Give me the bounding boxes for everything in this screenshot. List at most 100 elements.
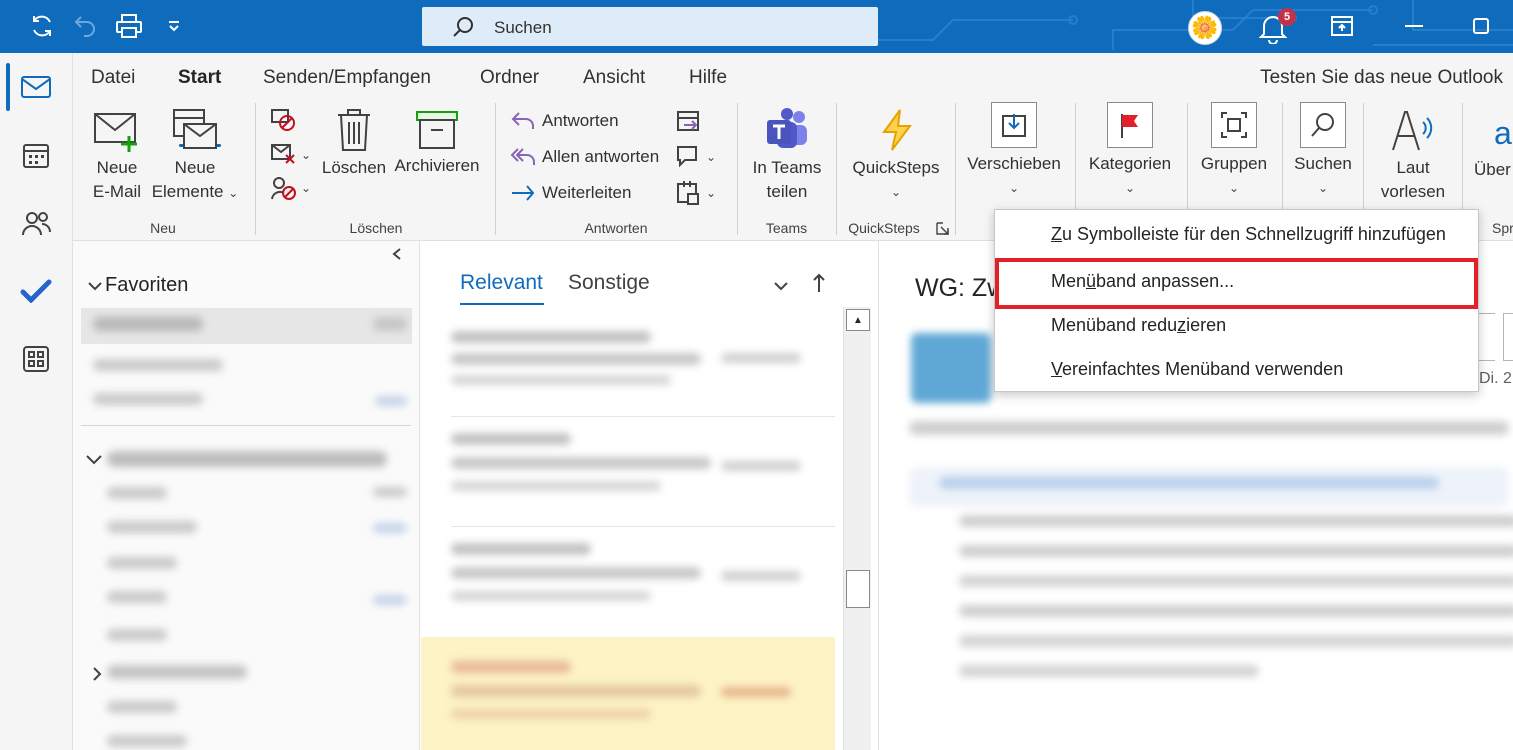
filter-chevron-icon[interactable] (773, 279, 789, 297)
tab-relevant[interactable]: Relevant (460, 271, 543, 295)
reply-icon (511, 112, 534, 129)
forward-button[interactable]: Weiterleiten (510, 182, 631, 204)
body-text-blurred (959, 575, 1513, 587)
maximize-icon[interactable] (1465, 10, 1497, 42)
quicksteps-button[interactable]: QuickSteps ⌄ (846, 108, 946, 204)
chevron-down-icon[interactable] (85, 453, 103, 471)
forward-label: Weiterleiten (542, 183, 632, 202)
reply-button[interactable]: Antworten (510, 110, 619, 132)
active-app-indicator (6, 63, 10, 111)
sort-arrow-icon[interactable] (812, 273, 826, 298)
chevron-down-icon: ⌄ (890, 185, 902, 199)
chevron-down-icon[interactable] (87, 279, 103, 297)
reply-all-button[interactable]: Allen antworten (510, 146, 659, 168)
dialog-launcher-icon[interactable] (936, 222, 949, 240)
chat-icon (677, 146, 697, 168)
read-aloud-label-1: Laut (1396, 158, 1430, 177)
search-input[interactable]: Suchen (422, 7, 878, 46)
menu-item-add-to-quick-access[interactable]: Zu Symbolleiste für den Schnellzugriff h… (1051, 224, 1446, 245)
tab-hilfe[interactable]: Hilfe (689, 67, 727, 89)
translate-icon: a (1474, 108, 1513, 152)
scroll-thumb[interactable] (846, 570, 870, 608)
ribbon-separator (955, 103, 956, 235)
lightning-icon (846, 108, 946, 152)
folder-count-blurred (373, 317, 407, 331)
im-button[interactable]: ⌄ (676, 144, 716, 170)
customize-quick-access-icon[interactable] (158, 10, 190, 42)
forward-icon (512, 185, 535, 201)
calendar-icon[interactable] (16, 135, 56, 175)
folder-count-blurred (373, 523, 407, 533)
list-item-selected[interactable] (421, 637, 835, 750)
read-aloud-label-2: vorlesen (1380, 182, 1446, 201)
share-to-teams-button[interactable]: In Teams teilen (745, 108, 829, 204)
new-email-label-1: Neue (96, 158, 138, 177)
read-aloud-button[interactable]: Laut vorlesen (1370, 108, 1456, 204)
todo-icon[interactable] (16, 271, 56, 311)
minimize-icon[interactable] (1398, 10, 1430, 42)
tab-sonstige[interactable]: Sonstige (568, 271, 650, 295)
meeting-icon[interactable] (676, 108, 702, 139)
body-text-blurred (959, 665, 1259, 677)
app-bar (0, 53, 73, 750)
junk-button[interactable]: ⌄ (270, 175, 311, 201)
chevron-down-icon: ⌄ (1228, 181, 1240, 195)
coming-soon-icon[interactable] (1326, 10, 1358, 42)
group-label-antworten: Antworten (584, 220, 648, 236)
reply-all-label: Allen antworten (542, 147, 660, 166)
tab-datei[interactable]: Datei (91, 67, 135, 89)
account-name-blurred (107, 451, 387, 467)
groups-button[interactable]: Gruppen ⌄ (1193, 102, 1275, 200)
list-item[interactable] (421, 321, 835, 409)
ribbon-separator (495, 103, 496, 235)
find-button[interactable]: Suchen ⌄ (1288, 102, 1358, 200)
archive-button[interactable]: Archivieren (392, 108, 482, 178)
avatar[interactable]: 🌼 (1188, 11, 1222, 45)
chevron-right-icon[interactable] (91, 666, 103, 687)
ignore-icon[interactable] (270, 108, 298, 137)
menu-item-collapse-ribbon[interactable]: Menüband reduzieren (1051, 315, 1226, 336)
ribbon-separator (836, 103, 837, 235)
ribbon-separator (255, 103, 256, 235)
group-label-teams: Teams (765, 220, 808, 236)
translate-button[interactable]: a Über (1474, 108, 1513, 182)
tab-ordner[interactable]: Ordner (480, 67, 539, 89)
chevron-down-icon: ⌄ (706, 150, 717, 164)
forward-button[interactable] (1503, 313, 1513, 361)
try-new-outlook-toggle[interactable]: Testen Sie das neue Outlook (1260, 67, 1503, 89)
reply-all-button[interactable] (1477, 313, 1495, 361)
print-icon[interactable] (113, 10, 145, 42)
tab-senden-empfangen[interactable]: Senden/Empfangen (263, 67, 431, 89)
undo-icon[interactable] (70, 10, 102, 42)
move-button[interactable]: Verschieben ⌄ (962, 102, 1066, 200)
people-icon[interactable] (16, 203, 56, 243)
folder-name-blurred (107, 487, 167, 499)
list-item[interactable] (421, 531, 835, 631)
message-list-scrollbar[interactable]: ▲ (843, 307, 871, 750)
folder-name-blurred (107, 665, 247, 679)
more-apps-icon[interactable] (16, 339, 56, 379)
more-respond-icon (677, 181, 699, 205)
tab-ansicht[interactable]: Ansicht (583, 67, 645, 89)
move-icon (991, 102, 1037, 148)
scroll-up-icon[interactable]: ▲ (846, 309, 870, 331)
more-respond-button[interactable]: ⌄ (676, 180, 716, 206)
categorize-button[interactable]: Kategorien ⌄ (1082, 102, 1178, 200)
categorize-label: Kategorien (1088, 154, 1172, 173)
new-email-button[interactable]: Neue E-Mail (88, 110, 146, 204)
mail-icon[interactable] (16, 67, 56, 107)
cleanup-button[interactable]: ⌄ (270, 143, 311, 167)
new-items-button[interactable]: Neue Elemente ⌄ (148, 108, 242, 205)
sync-icon[interactable] (26, 10, 58, 42)
new-items-label-2: Elemente (151, 182, 224, 201)
message-date: Di. 2 (1479, 370, 1512, 387)
delete-button[interactable]: Löschen (320, 108, 388, 180)
folder-name-blurred (107, 735, 187, 747)
sender-avatar-blurred (911, 333, 991, 403)
menu-item-simplified-ribbon[interactable]: Vereinfachtes Menüband verwenden (1051, 359, 1343, 380)
list-item[interactable] (421, 421, 835, 521)
tab-start[interactable]: Start (178, 67, 221, 89)
collapse-pane-icon[interactable] (391, 247, 403, 266)
favorites-header[interactable]: Favoriten (105, 274, 188, 297)
body-text-blurred (959, 515, 1513, 527)
